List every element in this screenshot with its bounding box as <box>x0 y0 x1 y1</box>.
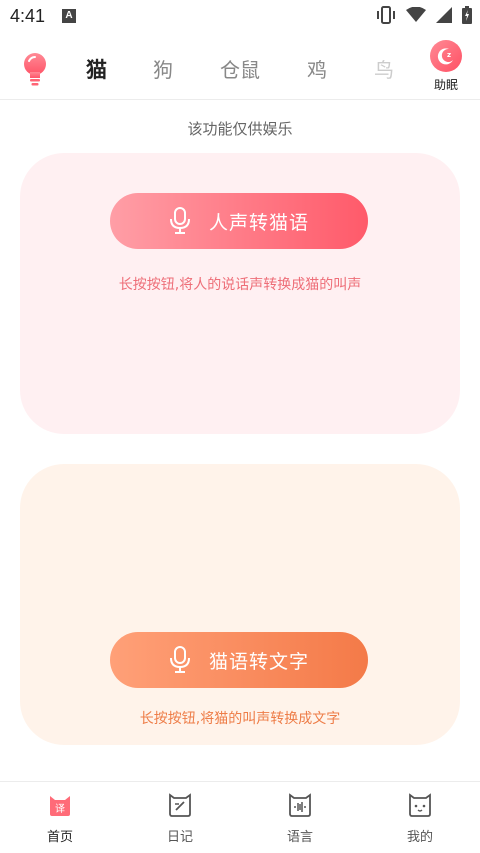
tab-cat[interactable]: 猫 <box>86 54 107 84</box>
signal-icon <box>436 7 452 23</box>
human-to-cat-hint: 长按按钮,将人的说话声转换成猫的叫声 <box>118 277 362 293</box>
human-to-cat-button[interactable]: 人声转猫语 <box>110 193 368 249</box>
home-cat-icon: 译 <box>50 796 70 816</box>
sleep-label: 助眠 <box>433 78 458 92</box>
battery-icon <box>462 6 472 24</box>
status-bar: 4:41 A <box>0 0 480 34</box>
sleep-button[interactable]: z 助眠 <box>428 40 464 93</box>
nav-home-label: 首页 <box>46 830 73 845</box>
entertainment-notice: 该功能仅供娱乐 <box>187 120 293 138</box>
nav-language[interactable]: 语言 <box>240 782 360 853</box>
cat-to-text-hint: 长按按钮,将猫的叫声转换成文字 <box>139 711 341 727</box>
human-to-cat-card: 人声转猫语 长按按钮,将人的说话声转换成猫的叫声 <box>20 153 460 434</box>
nav-profile-label: 我的 <box>406 830 433 845</box>
status-icons <box>376 6 472 24</box>
cat-to-text-button[interactable]: 猫语转文字 <box>110 632 368 688</box>
moon-icon: z <box>430 40 462 72</box>
profile-cat-icon <box>409 793 431 817</box>
nav-diary[interactable]: 日记 <box>120 782 240 853</box>
cat-to-text-card: 猫语转文字 长按按钮,将猫的叫声转换成文字 <box>20 464 460 745</box>
home-badge: 译 <box>55 803 65 815</box>
nav-home[interactable]: 译 首页 <box>0 782 120 853</box>
tab-bird[interactable]: 鸟 <box>374 54 394 83</box>
bottom-nav: 译 首页 日记 语言 我的 <box>0 781 480 853</box>
microphone-icon <box>169 646 190 673</box>
tab-chicken[interactable]: 鸡 <box>307 54 327 83</box>
status-time: 4:41 <box>10 6 46 26</box>
diary-icon <box>169 793 191 817</box>
cat-to-text-label: 猫语转文字 <box>208 650 309 673</box>
nav-language-label: 语言 <box>286 830 313 845</box>
app-notification-icon: A <box>62 9 76 23</box>
wifi-icon <box>406 7 426 22</box>
vibrate-icon <box>377 6 395 24</box>
microphone-icon <box>169 207 190 234</box>
tab-hamster[interactable]: 仓鼠 <box>220 54 260 83</box>
tab-dog[interactable]: 狗 <box>153 54 173 83</box>
human-to-cat-label: 人声转猫语 <box>208 211 309 234</box>
language-icon <box>289 793 311 817</box>
animal-tab-bar: 猫 狗 仓鼠 鸡 鸟 z 助眠 <box>0 34 480 100</box>
lightbulb-icon[interactable] <box>21 52 49 86</box>
nav-profile[interactable]: 我的 <box>360 782 480 853</box>
svg-text:z: z <box>447 51 451 59</box>
nav-diary-label: 日记 <box>166 830 193 845</box>
